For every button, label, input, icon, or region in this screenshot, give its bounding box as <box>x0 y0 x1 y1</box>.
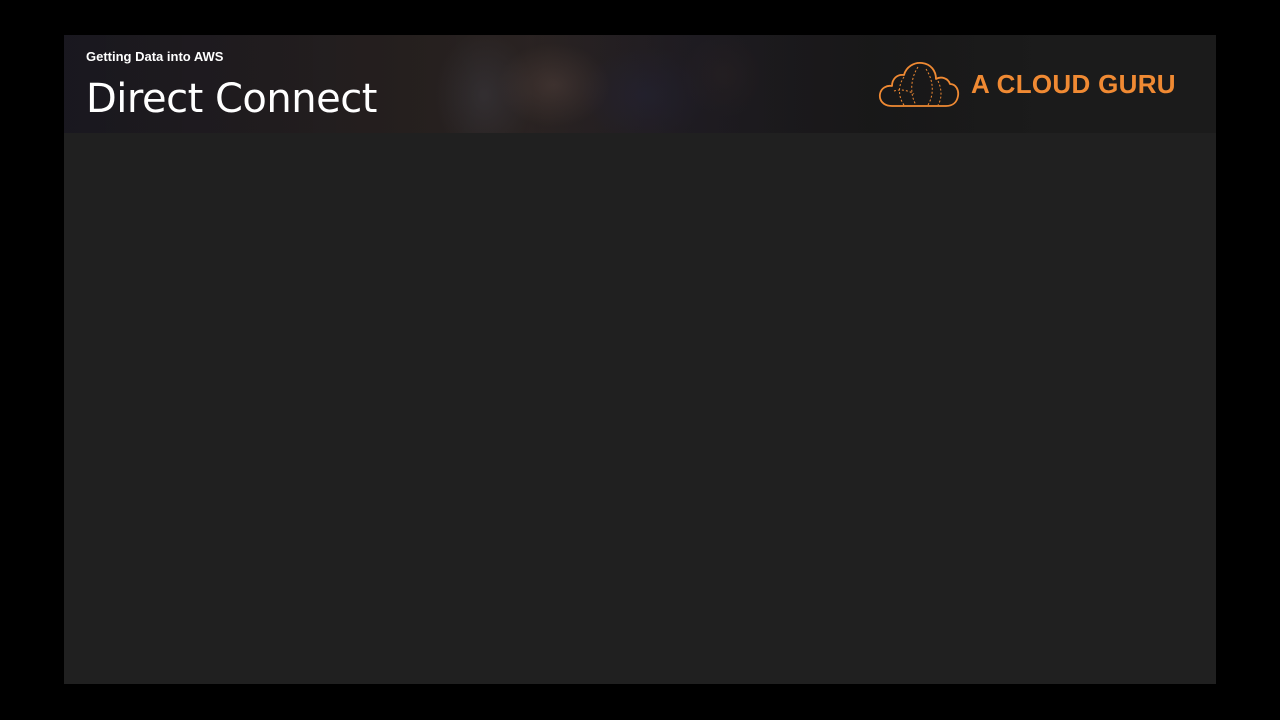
cloud-icon <box>878 62 960 107</box>
slide-title: Direct Connect <box>86 76 377 122</box>
slide: Getting Data into AWS Direct Connect A C… <box>64 35 1216 684</box>
brand-logo-text: A CLOUD GURU <box>971 69 1176 99</box>
brand-logo: A CLOUD GURU <box>878 61 1188 109</box>
slide-header: Getting Data into AWS Direct Connect A C… <box>64 35 1216 133</box>
slide-content-area <box>64 133 1216 684</box>
slide-subtitle: Getting Data into AWS <box>86 49 224 64</box>
